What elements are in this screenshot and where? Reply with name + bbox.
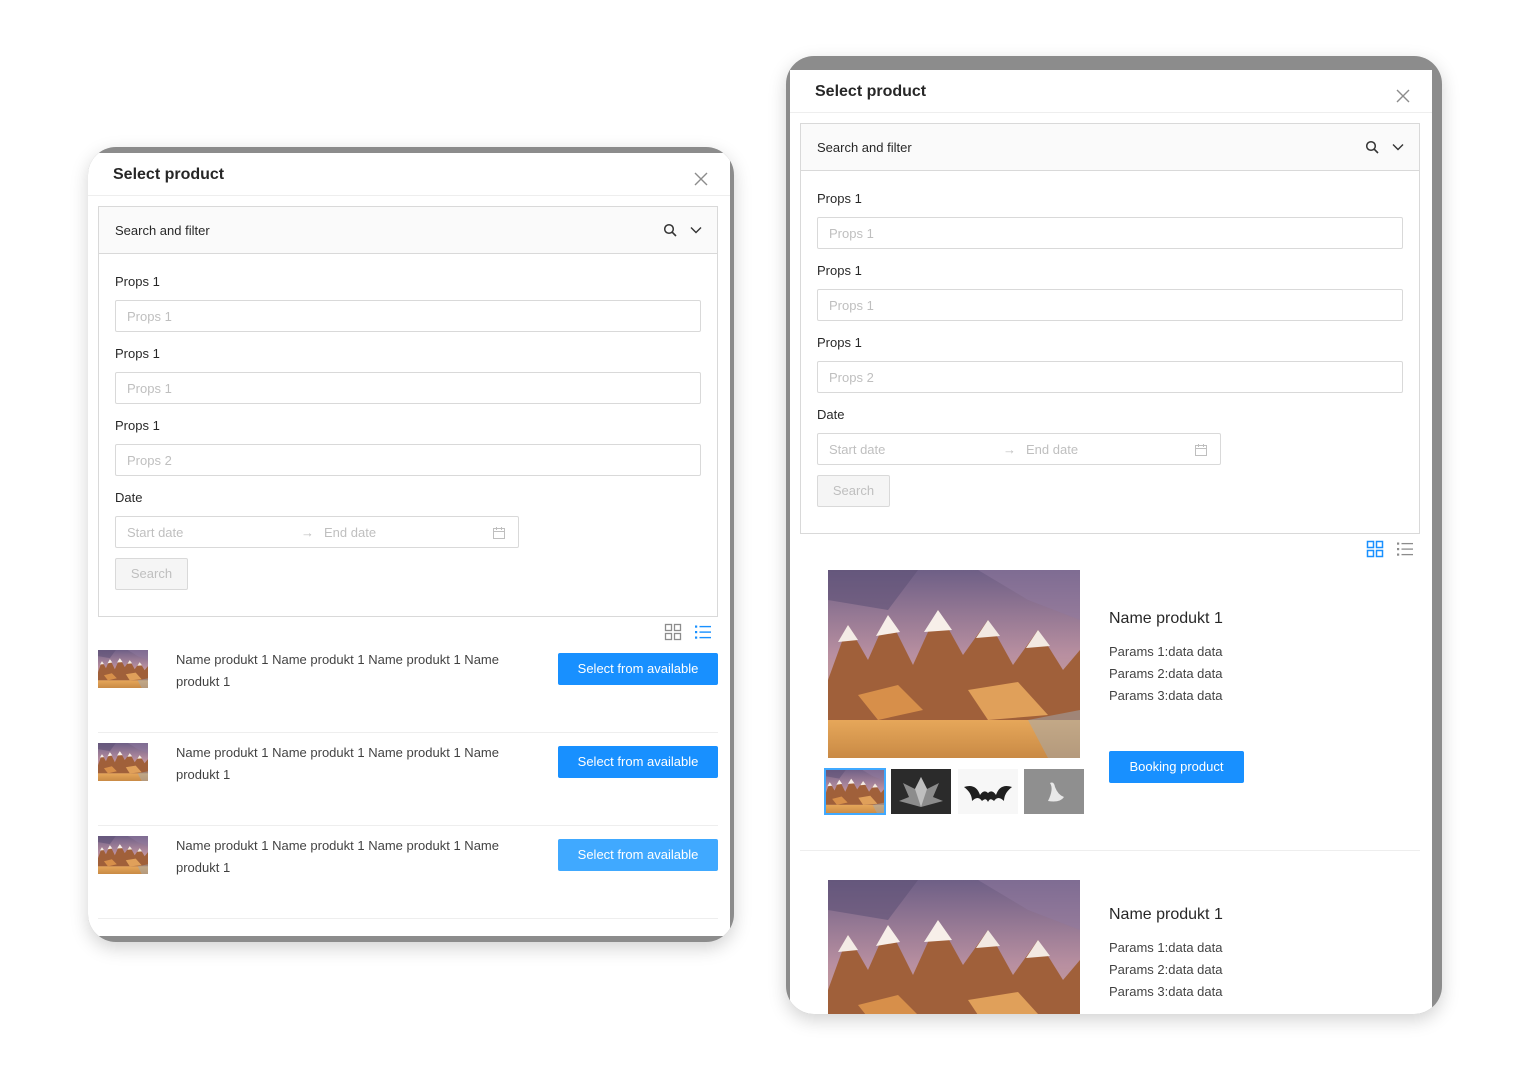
list-item: Name produkt 1 Name produkt 1 Name produ… <box>98 826 718 919</box>
modal-grid-view: Select product Search and filter Props 1… <box>790 70 1432 1014</box>
bat-silhouette-thumbnail[interactable] <box>958 769 1018 814</box>
search-icon[interactable] <box>663 223 677 237</box>
date-range-picker[interactable]: Start date → End date <box>115 516 519 548</box>
props-label: Props 1 <box>817 335 862 350</box>
product-card: Name produkt 1 Params 1:data data Params… <box>800 556 1420 851</box>
search-button[interactable]: Search <box>115 558 188 590</box>
mountains-thumbnail[interactable] <box>824 768 886 815</box>
product-name: Name produkt 1 <box>1109 906 1223 923</box>
device-frame-list-view: Select product Search and filter Props 1… <box>88 147 734 942</box>
product-name: Name produkt 1 Name produkt 1 Name produ… <box>176 745 499 782</box>
filter-panel: Search and filter Props 1 Props 1 Props … <box>98 206 718 617</box>
filter-panel: Search and filter Props 1 Props 1 Props … <box>800 123 1420 534</box>
product-image[interactable] <box>828 570 1080 758</box>
arrow-right-icon: → <box>1003 442 1016 457</box>
arrow-right-icon: → <box>301 525 314 540</box>
product-card: Name produkt 1 Params 1:data data Params… <box>800 852 1420 1014</box>
search-icon[interactable] <box>1365 140 1379 154</box>
chevron-down-icon[interactable] <box>690 224 702 236</box>
list-view-icon[interactable] <box>694 623 712 641</box>
product-param: Params 2:data data <box>1109 666 1223 681</box>
calendar-icon <box>493 527 505 539</box>
props-3-input[interactable]: Props 2 <box>115 444 701 476</box>
modal-header: Select product <box>88 153 730 196</box>
props-2-input[interactable]: Props 1 <box>817 289 1403 321</box>
product-name: Name produkt 1 <box>1109 610 1223 627</box>
props-label: Props 1 <box>115 274 160 289</box>
modal-title: Select product <box>113 166 225 183</box>
filter-header[interactable]: Search and filter <box>801 124 1419 171</box>
product-param: Params 1:data data <box>1109 940 1223 955</box>
select-from-available-button[interactable]: Select from available <box>558 746 718 778</box>
date-label: Date <box>115 490 143 505</box>
booking-product-button[interactable]: Booking product <box>1109 751 1244 783</box>
product-name: Name produkt 1 Name produkt 1 Name produ… <box>176 652 499 689</box>
date-range-picker[interactable]: Start date → End date <box>817 433 1221 465</box>
bird-figure-thumbnail[interactable] <box>1024 769 1084 814</box>
filter-title: Search and filter <box>817 140 912 155</box>
search-button[interactable]: Search <box>817 475 890 507</box>
date-label: Date <box>817 407 845 422</box>
close-icon[interactable] <box>694 172 708 186</box>
props-label: Props 1 <box>817 263 862 278</box>
props-label: Props 1 <box>115 418 160 433</box>
thumbnail-strip <box>824 768 1085 815</box>
modal-list-view: Select product Search and filter Props 1… <box>88 153 730 936</box>
product-thumbnail <box>98 743 148 781</box>
props-2-input[interactable]: Props 1 <box>115 372 701 404</box>
select-from-available-button[interactable]: Select from available <box>558 653 718 685</box>
leaf-sculpture-thumbnail[interactable] <box>891 769 951 814</box>
close-icon[interactable] <box>1396 89 1410 103</box>
calendar-icon <box>1195 444 1207 456</box>
product-name: Name produkt 1 Name produkt 1 Name produ… <box>176 838 499 875</box>
props-1-input[interactable]: Props 1 <box>115 300 701 332</box>
modal-title: Select product <box>815 83 927 100</box>
product-param: Params 3:data data <box>1109 688 1223 703</box>
product-thumbnail <box>98 650 148 688</box>
product-thumbnail <box>98 836 148 874</box>
end-date-input[interactable]: End date <box>324 525 376 540</box>
grid-view-icon[interactable] <box>664 623 682 641</box>
start-date-input[interactable]: Start date <box>127 525 183 540</box>
list-item: Name produkt 1 Name produkt 1 Name produ… <box>98 733 718 826</box>
list-item: Name produkt 1 Name produkt 1 Name produ… <box>98 640 718 733</box>
end-date-input[interactable]: End date <box>1026 442 1078 457</box>
start-date-input[interactable]: Start date <box>829 442 885 457</box>
modal-header: Select product <box>790 70 1432 113</box>
props-3-input[interactable]: Props 2 <box>817 361 1403 393</box>
props-label: Props 1 <box>115 346 160 361</box>
product-param: Params 1:data data <box>1109 644 1223 659</box>
filter-title: Search and filter <box>115 223 210 238</box>
filter-header[interactable]: Search and filter <box>99 207 717 254</box>
props-label: Props 1 <box>817 191 862 206</box>
product-image[interactable] <box>828 880 1080 1014</box>
chevron-down-icon[interactable] <box>1392 141 1404 153</box>
product-param: Params 2:data data <box>1109 962 1223 977</box>
select-from-available-button[interactable]: Select from available <box>558 839 718 871</box>
props-1-input[interactable]: Props 1 <box>817 217 1403 249</box>
device-frame-grid-view: Select product Search and filter Props 1… <box>786 56 1442 1014</box>
product-param: Params 3:data data <box>1109 984 1223 999</box>
